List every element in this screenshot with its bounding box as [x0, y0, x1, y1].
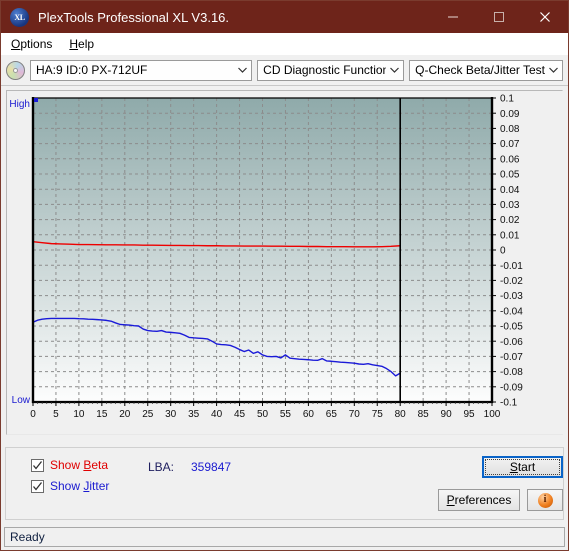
show-beta-checkbox[interactable]: Show Beta: [31, 458, 108, 472]
svg-text:85: 85: [418, 409, 430, 420]
svg-text:40: 40: [211, 409, 223, 420]
show-beta-post: eta: [91, 458, 109, 472]
svg-text:30: 30: [165, 409, 177, 420]
svg-text:70: 70: [349, 409, 361, 420]
svg-text:-0.03: -0.03: [500, 291, 523, 302]
lba-label: LBA:: [148, 460, 175, 474]
svg-text:60: 60: [303, 409, 315, 420]
show-jitter-pre: Show: [50, 479, 84, 493]
svg-text:Low: Low: [12, 395, 31, 406]
svg-text:35: 35: [188, 409, 200, 420]
app-logo-icon: XL: [10, 7, 29, 27]
status-bar: Ready: [4, 527, 565, 547]
svg-text:0.1: 0.1: [500, 94, 514, 105]
svg-text:High: High: [9, 99, 30, 110]
chevron-down-icon[interactable]: [545, 61, 562, 80]
svg-text:0.06: 0.06: [500, 154, 520, 165]
svg-text:15: 15: [96, 409, 108, 420]
svg-text:0.04: 0.04: [500, 185, 520, 196]
svg-text:-0.07: -0.07: [500, 352, 523, 363]
svg-text:-0.02: -0.02: [500, 276, 523, 287]
svg-text:75: 75: [372, 409, 384, 420]
drive-select[interactable]: HA:9 ID:0 PX-712UF: [30, 59, 253, 81]
svg-text:0: 0: [500, 246, 506, 257]
svg-text:0.01: 0.01: [500, 230, 520, 241]
function-select-value: CD Diagnostic Functions: [263, 63, 387, 77]
svg-text:-0.1: -0.1: [500, 398, 518, 409]
svg-text:80: 80: [395, 409, 407, 420]
checkbox-checked-icon[interactable]: [31, 479, 44, 493]
menu-item-options[interactable]: Options: [7, 35, 61, 53]
svg-text:0.03: 0.03: [500, 200, 520, 211]
window-controls: [430, 1, 568, 33]
svg-text:25: 25: [142, 409, 154, 420]
info-button[interactable]: i: [527, 489, 563, 511]
checkbox-checked-icon[interactable]: [31, 458, 44, 472]
info-icon: i: [537, 492, 553, 508]
preferences-button-label: Preferences: [447, 493, 512, 507]
show-jitter-post: itter: [89, 479, 110, 493]
show-beta-label: Show Beta: [50, 458, 108, 472]
controls-panel: Show Beta Show Jitter LBA: 359847 Start …: [5, 447, 564, 520]
svg-text:100: 100: [484, 409, 501, 420]
svg-text:-0.08: -0.08: [500, 367, 523, 378]
start-button[interactable]: Start: [482, 456, 563, 478]
focus-rect: [485, 459, 560, 475]
show-beta-pre: Show: [50, 458, 84, 472]
svg-text:0.07: 0.07: [500, 139, 520, 150]
beta-jitter-chart: 0 5 10 15 20 25 30 35 40 45 50 55 60 65 70 75 80 85 90 95 10…: [7, 91, 564, 434]
svg-text:-0.04: -0.04: [500, 306, 523, 317]
menu-item-help[interactable]: Help: [65, 35, 103, 53]
svg-text:65: 65: [326, 409, 338, 420]
svg-text:-0.01: -0.01: [500, 261, 523, 272]
chart-panel: 0 5 10 15 20 25 30 35 40 45 50 55 60 65 70 75 80 85 90 95 10…: [6, 90, 564, 435]
prefs-post: references: [454, 493, 512, 507]
menu-bar: Options Help: [1, 33, 568, 55]
title-bar: XL PlexTools Professional XL V3.16.: [1, 1, 568, 33]
function-select[interactable]: CD Diagnostic Functions: [257, 59, 405, 81]
preferences-button[interactable]: Preferences: [438, 489, 520, 511]
test-select[interactable]: Q-Check Beta/Jitter Test: [409, 59, 563, 81]
lba-value: 359847: [191, 460, 232, 474]
svg-text:0.05: 0.05: [500, 170, 520, 181]
svg-text:0: 0: [30, 409, 36, 420]
test-select-value: Q-Check Beta/Jitter Test: [415, 63, 545, 77]
svg-text:10: 10: [73, 409, 85, 420]
svg-text:-0.05: -0.05: [500, 322, 523, 333]
toolbar: HA:9 ID:0 PX-712UF CD Diagnostic Functio…: [1, 55, 568, 86]
minimize-icon[interactable]: [430, 1, 476, 33]
prefs-accel: P: [446, 493, 455, 507]
show-jitter-checkbox[interactable]: Show Jitter: [31, 479, 109, 493]
chevron-down-icon[interactable]: [386, 61, 403, 80]
svg-text:5: 5: [53, 409, 59, 420]
svg-text:95: 95: [463, 409, 475, 420]
svg-text:-0.09: -0.09: [500, 382, 523, 393]
status-text: Ready: [10, 530, 45, 544]
close-icon[interactable]: [522, 1, 568, 33]
svg-text:45: 45: [234, 409, 246, 420]
chevron-down-icon[interactable]: [234, 61, 251, 80]
svg-text:0.09: 0.09: [500, 109, 520, 120]
cd-disc-icon: [6, 60, 25, 80]
maximize-icon[interactable]: [476, 1, 522, 33]
svg-text:0.02: 0.02: [500, 215, 520, 226]
svg-text:55: 55: [280, 409, 292, 420]
drive-select-value: HA:9 ID:0 PX-712UF: [36, 63, 148, 77]
show-jitter-label: Show Jitter: [50, 479, 109, 493]
svg-text:0.08: 0.08: [500, 124, 520, 135]
plextools-window: XL PlexTools Professional XL V3.16. Opti…: [0, 0, 569, 551]
window-title: PlexTools Professional XL V3.16.: [38, 9, 230, 25]
svg-text:90: 90: [441, 409, 453, 420]
svg-text:50: 50: [257, 409, 269, 420]
svg-text:20: 20: [119, 409, 131, 420]
svg-text:-0.06: -0.06: [500, 337, 523, 348]
